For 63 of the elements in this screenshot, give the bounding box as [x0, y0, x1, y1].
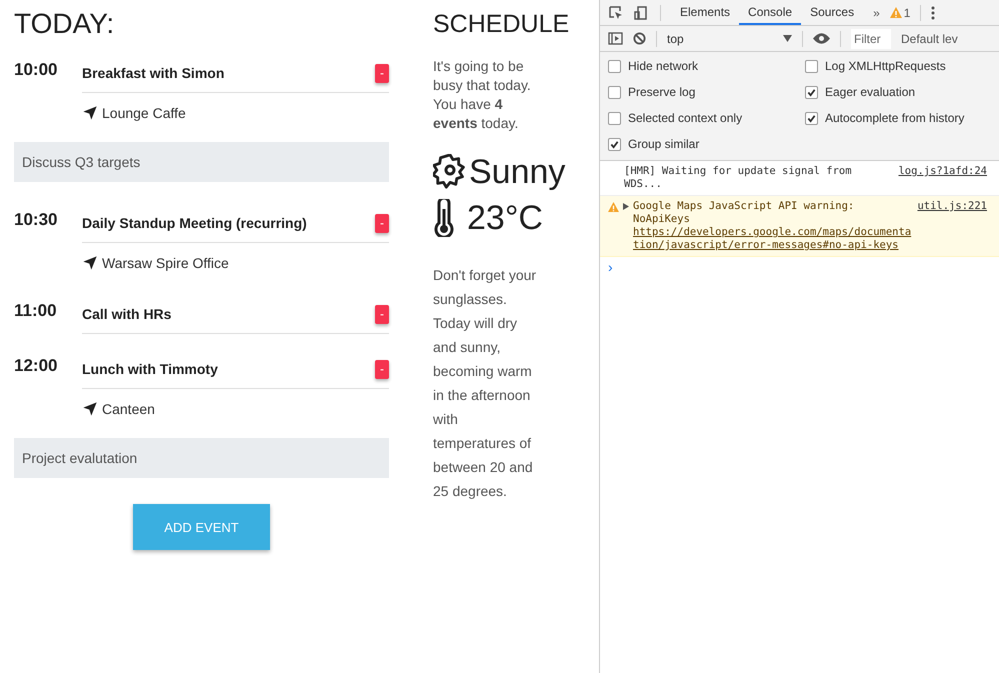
setting-label: Eager evaluation — [825, 85, 916, 99]
setting-label: Hide network — [628, 59, 698, 73]
source-link[interactable]: log.js?1afd:24 — [898, 165, 987, 191]
temperature: 23°C — [467, 198, 543, 238]
expand-triangle-icon[interactable] — [623, 203, 629, 210]
context-dropdown[interactable]: top — [667, 32, 792, 46]
setting-label: Preserve log — [628, 85, 696, 99]
event-note: Project evalutation — [14, 438, 389, 478]
checkbox[interactable] — [805, 60, 818, 72]
setting-label: Autocomplete from history — [825, 111, 964, 125]
filter-field[interactable]: Filter — [851, 28, 891, 48]
message-link[interactable]: https://developers.google.com/maps/documentation/javascript/error-messages#no-api-keys — [633, 226, 914, 252]
event-time: 11:00 — [14, 300, 58, 321]
event-title: Call with HRs — [82, 306, 172, 322]
event-time: 12:00 — [14, 355, 58, 376]
event-note: Discuss Q3 targets — [14, 142, 389, 182]
levels-dropdown[interactable]: Default lev — [901, 32, 958, 46]
sidebar-toggle-icon[interactable] — [608, 32, 623, 45]
checkbox[interactable] — [608, 112, 621, 124]
checkbox[interactable] — [608, 60, 621, 72]
console-message: Google Maps JavaScript API warning: NoApiKeys https://developers.google.com/maps/documentation/javascript/error-messages#no-api-keys — [633, 200, 914, 252]
remove-button[interactable]: - — [375, 214, 389, 232]
event-location: Canteen — [102, 401, 155, 417]
event-time: 10:00 — [14, 59, 58, 80]
today-heading: TODAY: — [14, 8, 116, 40]
checkbox[interactable] — [608, 138, 621, 150]
schedule-summary: It's going to be busy that today. You have 4 events today. — [433, 57, 532, 133]
menu-icon[interactable] — [931, 6, 936, 20]
navigation-arrow-icon — [82, 105, 98, 121]
more-tabs-button[interactable]: » — [873, 6, 880, 20]
caret-icon — [783, 35, 792, 42]
devtools-tab[interactable]: Sources — [801, 0, 864, 25]
event-time: 10:30 — [14, 209, 58, 230]
remove-button[interactable]: - — [375, 64, 389, 82]
thermometer-icon — [433, 199, 455, 237]
device-icon[interactable] — [634, 4, 650, 20]
event-title: Daily Standup Meeting (recurring) — [82, 215, 307, 231]
setting-label: Log XMLHttpRequests — [825, 59, 946, 73]
event-title: Lunch with Timmoty — [82, 361, 218, 377]
navigation-arrow-icon — [82, 255, 98, 271]
event-location: Lounge Caffe — [102, 105, 186, 121]
checkbox[interactable] — [608, 86, 621, 98]
warnings-button[interactable]: 1 — [890, 6, 910, 20]
checkbox[interactable] — [805, 86, 818, 98]
checkbox[interactable] — [805, 112, 818, 124]
remove-button[interactable]: - — [375, 360, 389, 378]
setting-label: Group similar — [628, 137, 700, 151]
remove-button[interactable]: - — [375, 304, 389, 324]
schedule-heading: SCHEDULE — [433, 10, 570, 39]
eye-icon[interactable] — [813, 33, 830, 44]
clear-icon[interactable] — [633, 32, 646, 45]
setting-label: Selected context only — [628, 111, 742, 125]
event-location: Warsaw Spire Office — [102, 255, 229, 271]
source-link[interactable]: util.js:221 — [917, 200, 987, 252]
console-message: [HMR] Waiting for update signal from WDS... — [623, 165, 853, 191]
weather-condition: Sunny — [469, 152, 566, 192]
weather-advice: Don't forget your sunglasses. Today will dry and sunny, becoming warm in the afternoon with temperatures of between 20 and 25 degrees. — [433, 266, 537, 501]
devtools-tab[interactable]: Elements — [671, 0, 740, 25]
warning-icon — [608, 202, 619, 212]
navigation-arrow-icon — [82, 401, 98, 417]
inspect-icon[interactable] — [608, 4, 624, 20]
console-prompt[interactable]: › — [600, 257, 999, 277]
event-title: Breakfast with Simon — [82, 65, 224, 81]
